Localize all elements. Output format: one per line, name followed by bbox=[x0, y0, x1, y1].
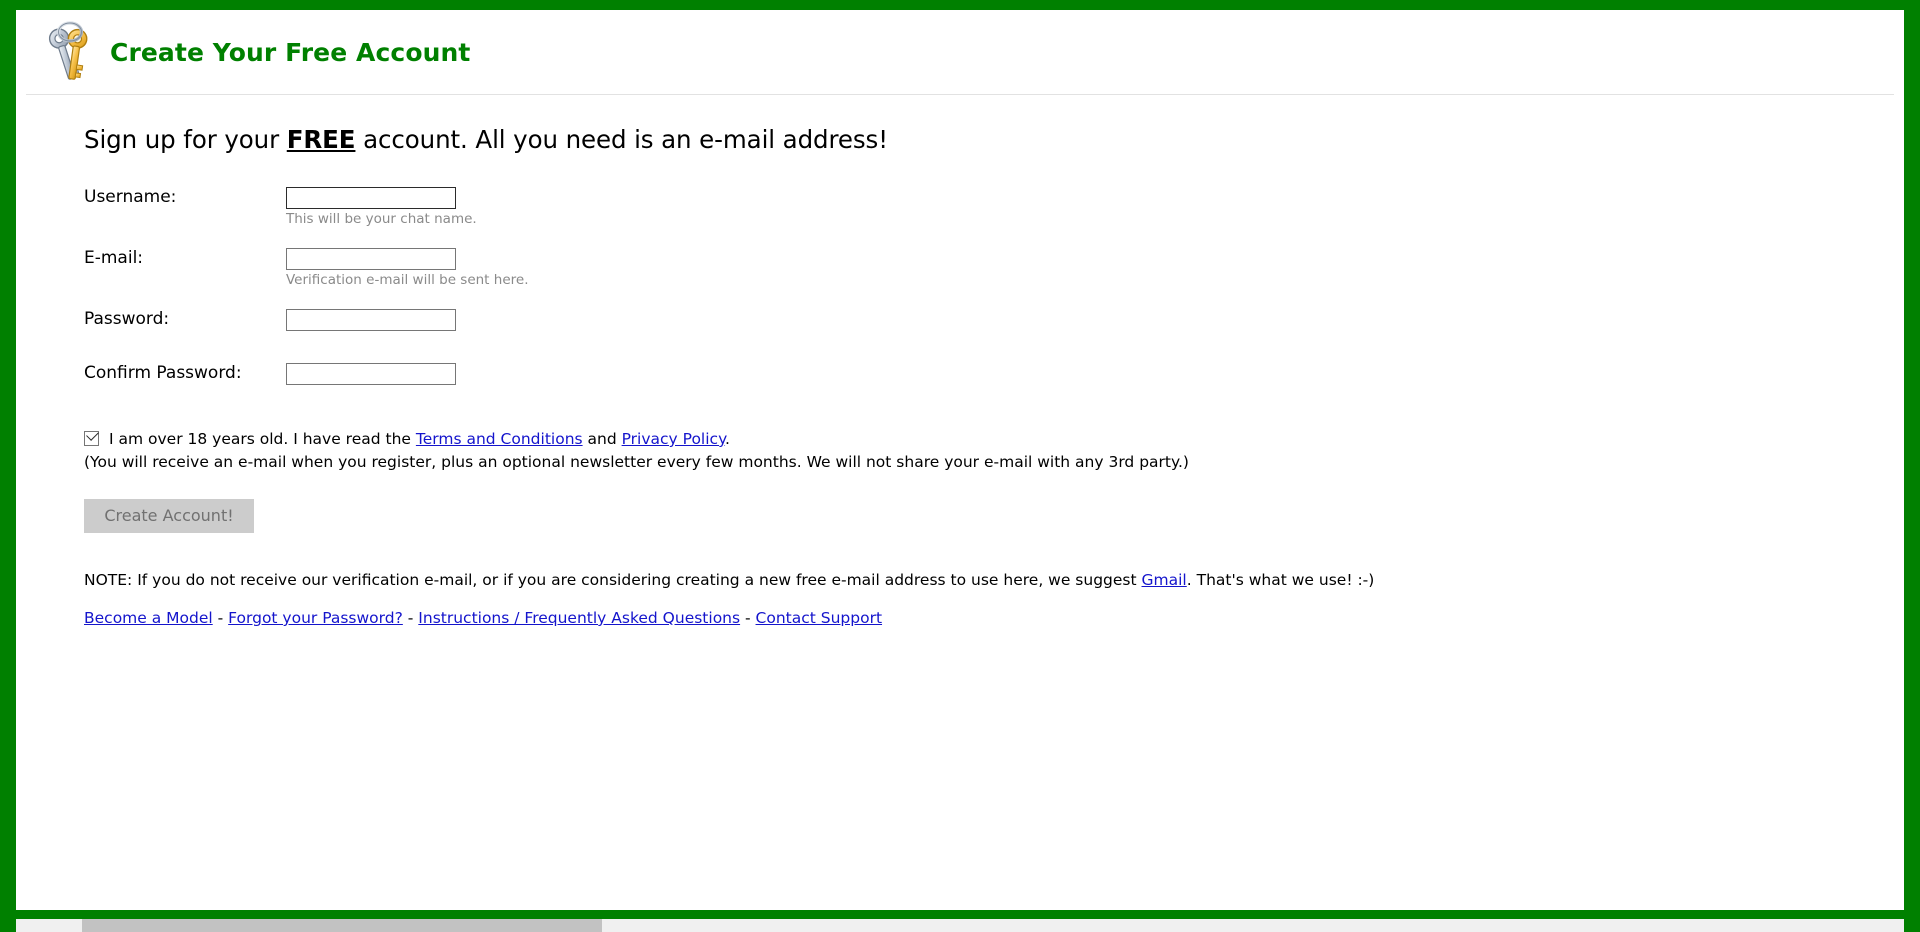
note-text-before: NOTE: If you do not receive our verifica… bbox=[84, 571, 1142, 589]
row-spacer bbox=[84, 227, 528, 248]
tagline-after: account. All you need is an e-mail addre… bbox=[355, 125, 888, 154]
checkmark-icon bbox=[86, 428, 99, 441]
tagline-before: Sign up for your bbox=[84, 125, 287, 154]
email-hint: Verification e-mail will be sent here. bbox=[286, 272, 529, 288]
signup-tagline: Sign up for your FREE account. All you n… bbox=[84, 125, 1904, 154]
note-text-after: . That's what we use! :-) bbox=[1186, 571, 1375, 589]
password-input[interactable] bbox=[286, 309, 456, 331]
form-row-confirm-password: Confirm Password: bbox=[84, 363, 528, 385]
instructions-faq-link[interactable]: Instructions / Frequently Asked Question… bbox=[418, 609, 740, 627]
terms-text-part1: I am over 18 years old. I have read the bbox=[109, 430, 416, 448]
form-row-password: Password: bbox=[84, 309, 528, 331]
privacy-policy-link[interactable]: Privacy Policy bbox=[622, 430, 725, 448]
terms-and-conditions-link[interactable]: Terms and Conditions bbox=[416, 430, 583, 448]
gmail-link[interactable]: Gmail bbox=[1142, 571, 1187, 589]
terms-agreement-row: I am over 18 years old. I have read the … bbox=[84, 428, 1904, 449]
create-account-button[interactable]: Create Account! bbox=[84, 499, 254, 533]
page-header: Create Your Free Account bbox=[26, 10, 1894, 95]
scrollbar-thumb[interactable] bbox=[82, 919, 602, 932]
username-label: Username: bbox=[84, 187, 177, 207]
password-label: Password: bbox=[84, 309, 170, 329]
footer-separator: - bbox=[212, 609, 229, 627]
form-row-email: E-mail: Verification e-mail will be sent… bbox=[84, 248, 528, 288]
terms-checkbox[interactable] bbox=[84, 428, 99, 446]
footer-separator: - bbox=[402, 609, 419, 627]
terms-text-part2: and bbox=[582, 430, 622, 448]
row-spacer bbox=[84, 288, 528, 309]
terms-text-part3: . bbox=[725, 430, 730, 448]
signup-body: Sign up for your FREE account. All you n… bbox=[16, 125, 1904, 627]
form-row-username: Username: This will be your chat name. bbox=[84, 187, 528, 227]
terms-disclaimer: (You will receive an e-mail when you reg… bbox=[84, 453, 1189, 471]
row-spacer bbox=[84, 331, 528, 363]
page-title: Create Your Free Account bbox=[110, 37, 471, 67]
confirm-password-label: Confirm Password: bbox=[84, 363, 242, 383]
horizontal-scrollbar[interactable] bbox=[0, 916, 1920, 932]
username-input[interactable] bbox=[286, 187, 456, 209]
confirm-password-input[interactable] bbox=[286, 363, 456, 385]
footer-links: Become a Model - Forgot your Password? -… bbox=[84, 609, 1904, 627]
terms-text: I am over 18 years old. I have read the … bbox=[109, 429, 730, 449]
terms-block: I am over 18 years old. I have read the … bbox=[84, 428, 1904, 472]
username-hint: This will be your chat name. bbox=[286, 211, 477, 227]
email-input[interactable] bbox=[286, 248, 456, 270]
signup-form: Username: This will be your chat name. E… bbox=[84, 187, 528, 385]
page-frame: Create Your Free Account Sign up for you… bbox=[0, 0, 1920, 932]
footer-separator: - bbox=[740, 609, 756, 627]
tagline-free-emphasis: FREE bbox=[286, 125, 356, 154]
become-a-model-link[interactable]: Become a Model bbox=[84, 609, 213, 627]
email-label: E-mail: bbox=[84, 248, 144, 268]
contact-support-link[interactable]: Contact Support bbox=[756, 609, 883, 627]
forgot-password-link[interactable]: Forgot your Password? bbox=[228, 609, 403, 627]
verification-note: NOTE: If you do not receive our verifica… bbox=[84, 571, 1904, 589]
scrollbar-track[interactable] bbox=[16, 919, 1904, 932]
keys-icon bbox=[46, 20, 98, 86]
content-card: Create Your Free Account Sign up for you… bbox=[16, 10, 1904, 910]
